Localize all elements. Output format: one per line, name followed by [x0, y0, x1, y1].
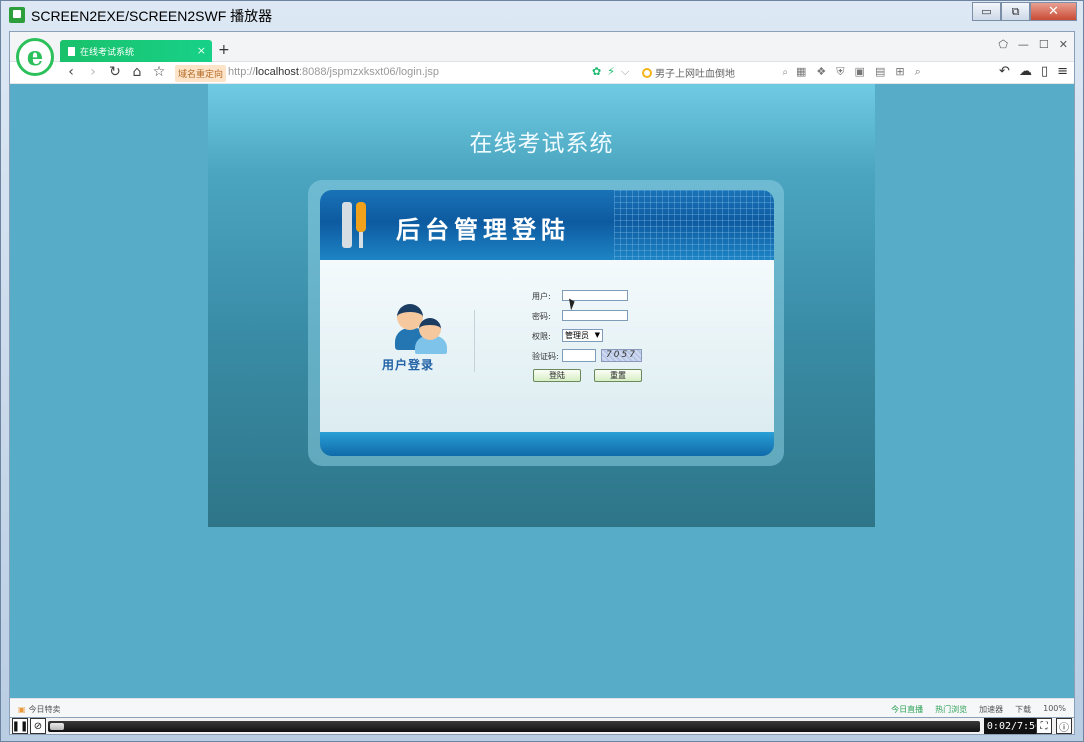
tab-close-icon[interactable]: ×: [197, 44, 206, 57]
address-icons: ✿ ⚡ ⌵: [592, 65, 629, 79]
address-bar[interactable]: http://localhost:8088/jspmzxksxt06/login…: [228, 66, 439, 78]
fullscreen-icon[interactable]: ⛶: [1036, 718, 1052, 734]
toolbar-right: ↶ ☁ ▯ ≡: [999, 64, 1068, 79]
tab-active[interactable]: 在线考试系统 ×: [60, 40, 212, 62]
extension-icons: ▦ ❖ ⛨ ▣ ▤ ⊞ ⌕: [796, 65, 921, 79]
accelerator-link[interactable]: 加速器: [979, 704, 1003, 715]
url-host: localhost: [255, 66, 299, 78]
today-deals-link[interactable]: 今日特卖: [29, 704, 61, 715]
banner-pattern: [614, 190, 774, 260]
captcha-label: 验证码:: [532, 352, 559, 361]
search-text: 男子上网吐血倒地: [655, 69, 735, 80]
login-box: 后台管理登陆 用户登录 用户: 密码: 权限: 管理员 ▼ 验证码: 7057 …: [308, 180, 784, 466]
maximize-icon[interactable]: ⧉: [1001, 2, 1030, 21]
progress-fill[interactable]: [50, 723, 64, 730]
login-page: 在线考试系统 后台管理登陆 用户登录 用户: 密码: 权限: 管理员 ▼ 验证码…: [208, 84, 875, 527]
back-icon[interactable]: ‹: [62, 64, 80, 80]
page-viewport: 在线考试系统 后台管理登陆 用户登录 用户: 密码: 权限: 管理员 ▼ 验证码…: [10, 84, 1074, 698]
status-right: 今日直播 热门浏览 加速器 下载 100%: [891, 704, 1066, 715]
window-title: SCREEN2EXE/SCREEN2SWF 播放器: [31, 8, 273, 24]
navigation-bar: ‹ › ↻ ⌂ ☆ 域名重定向 http://localhost:8088/js…: [10, 62, 1074, 84]
security-icon[interactable]: ✿: [592, 65, 601, 79]
banner-title: 后台管理登陆: [396, 216, 570, 244]
role-select[interactable]: 管理员 ▼: [562, 329, 603, 342]
screwdriver-icon: [356, 202, 366, 248]
wrench-icon: [342, 202, 352, 248]
search-icon[interactable]: ⌕: [782, 67, 788, 78]
status-bar: ▣ 今日特卖 今日直播 热门浏览 加速器 下载 100%: [10, 698, 1074, 718]
info-icon[interactable]: ⓘ: [1056, 718, 1072, 734]
browser-controls: ⬠ — ☐ ✕: [998, 38, 1068, 51]
users-icon: [395, 302, 451, 358]
screenshot-icon[interactable]: ⊞: [895, 65, 904, 79]
tools-icon: [342, 202, 366, 248]
login-button[interactable]: 登陆: [533, 369, 581, 382]
role-selected: 管理员: [565, 331, 589, 340]
pause-icon[interactable]: ❚❚: [12, 718, 28, 734]
reader-icon[interactable]: ▯: [1041, 64, 1048, 79]
system-title: 在线考试系统: [469, 131, 614, 157]
menu-icon[interactable]: ≡: [1057, 64, 1068, 79]
browser-minimize-icon[interactable]: —: [1018, 38, 1029, 51]
reset-button[interactable]: 重置: [594, 369, 642, 382]
status-left[interactable]: ▣ 今日特卖: [18, 704, 61, 715]
download-link[interactable]: 下载: [1015, 704, 1031, 715]
shield-icon[interactable]: ⛨: [836, 65, 844, 79]
bookmark-star-icon[interactable]: ☆: [150, 64, 168, 80]
password-label: 密码:: [532, 312, 551, 321]
new-tab-icon[interactable]: +: [218, 42, 230, 58]
url-path: :8088/jspmzxksxt06/login.jsp: [298, 66, 439, 78]
search-engine-icon: [642, 67, 652, 78]
share-icon[interactable]: ❖: [816, 65, 826, 79]
player-window: SCREEN2EXE/SCREEN2SWF 播放器 ▭ ⧉ ✕ e 在线考试系统…: [0, 0, 1084, 742]
password-input[interactable]: [562, 310, 628, 321]
cloud-icon[interactable]: ☁: [1019, 64, 1032, 79]
lightning-icon[interactable]: ⚡: [607, 65, 615, 79]
translate-icon[interactable]: ▣: [855, 65, 865, 79]
player-right-controls: ⛶ ⓘ: [1034, 718, 1072, 734]
skin-icon[interactable]: ⬠: [998, 38, 1008, 51]
forward-icon[interactable]: ›: [84, 64, 102, 80]
login-panel: 用户登录 用户: 密码: 权限: 管理员 ▼ 验证码: 7057 登陆 重置: [320, 260, 774, 432]
home-icon[interactable]: ⌂: [128, 64, 146, 80]
user-login-caption: 用户登录: [382, 358, 435, 372]
hot-browse-link[interactable]: 热门浏览: [935, 704, 967, 715]
captcha-image[interactable]: 7057: [601, 349, 642, 362]
window-controls: ▭ ⧉ ✕: [972, 2, 1077, 21]
gift-icon: ▣: [18, 705, 26, 714]
browser-close-icon[interactable]: ✕: [1059, 38, 1068, 51]
user-head-front: [419, 318, 441, 340]
username-label: 用户:: [532, 292, 551, 301]
login-footer-bar: [320, 432, 774, 456]
chevron-down-icon: ▼: [594, 331, 600, 339]
search-box[interactable]: 男子上网吐血倒地 ⌕: [642, 65, 790, 80]
progress-track[interactable]: [48, 721, 980, 732]
redirect-badge[interactable]: 域名重定向: [175, 65, 227, 82]
player-controls: ❚❚ ⊘ 0:02/7:56 ⛶ ⓘ: [9, 717, 1075, 735]
zoom-level[interactable]: 100%: [1043, 704, 1066, 715]
role-label: 权限:: [532, 332, 551, 341]
page-icon: [68, 46, 75, 56]
zoom-icon[interactable]: ⌕: [915, 65, 921, 79]
tab-title: 在线考试系统: [80, 47, 135, 58]
mute-icon[interactable]: ⊘: [30, 718, 46, 734]
url-prefix: http://: [228, 66, 256, 78]
browser-frame: e 在线考试系统 × + ⬠ — ☐ ✕ ‹ › ↻ ⌂ ☆ 域名重定向 htt…: [9, 31, 1075, 718]
browser-maximize-icon[interactable]: ☐: [1039, 38, 1049, 51]
browser-logo-icon[interactable]: e: [16, 38, 54, 76]
reload-icon[interactable]: ↻: [106, 64, 124, 80]
folder-icon[interactable]: ▤: [875, 65, 885, 79]
window-titlebar[interactable]: SCREEN2EXE/SCREEN2SWF 播放器 ▭ ⧉ ✕: [1, 1, 1083, 29]
live-link[interactable]: 今日直播: [891, 704, 923, 715]
divider: [474, 310, 475, 372]
close-icon[interactable]: ✕: [1030, 2, 1077, 21]
undo-icon[interactable]: ↶: [999, 64, 1010, 79]
login-banner: 后台管理登陆: [320, 190, 774, 260]
tab-bar: e 在线考试系统 × + ⬠ — ☐ ✕: [10, 32, 1074, 76]
minimize-icon[interactable]: ▭: [972, 2, 1001, 21]
dropdown-icon[interactable]: ⌵: [621, 65, 629, 79]
apps-icon[interactable]: ▦: [796, 65, 806, 79]
captcha-input[interactable]: [562, 349, 596, 362]
app-logo-icon: [9, 7, 25, 23]
